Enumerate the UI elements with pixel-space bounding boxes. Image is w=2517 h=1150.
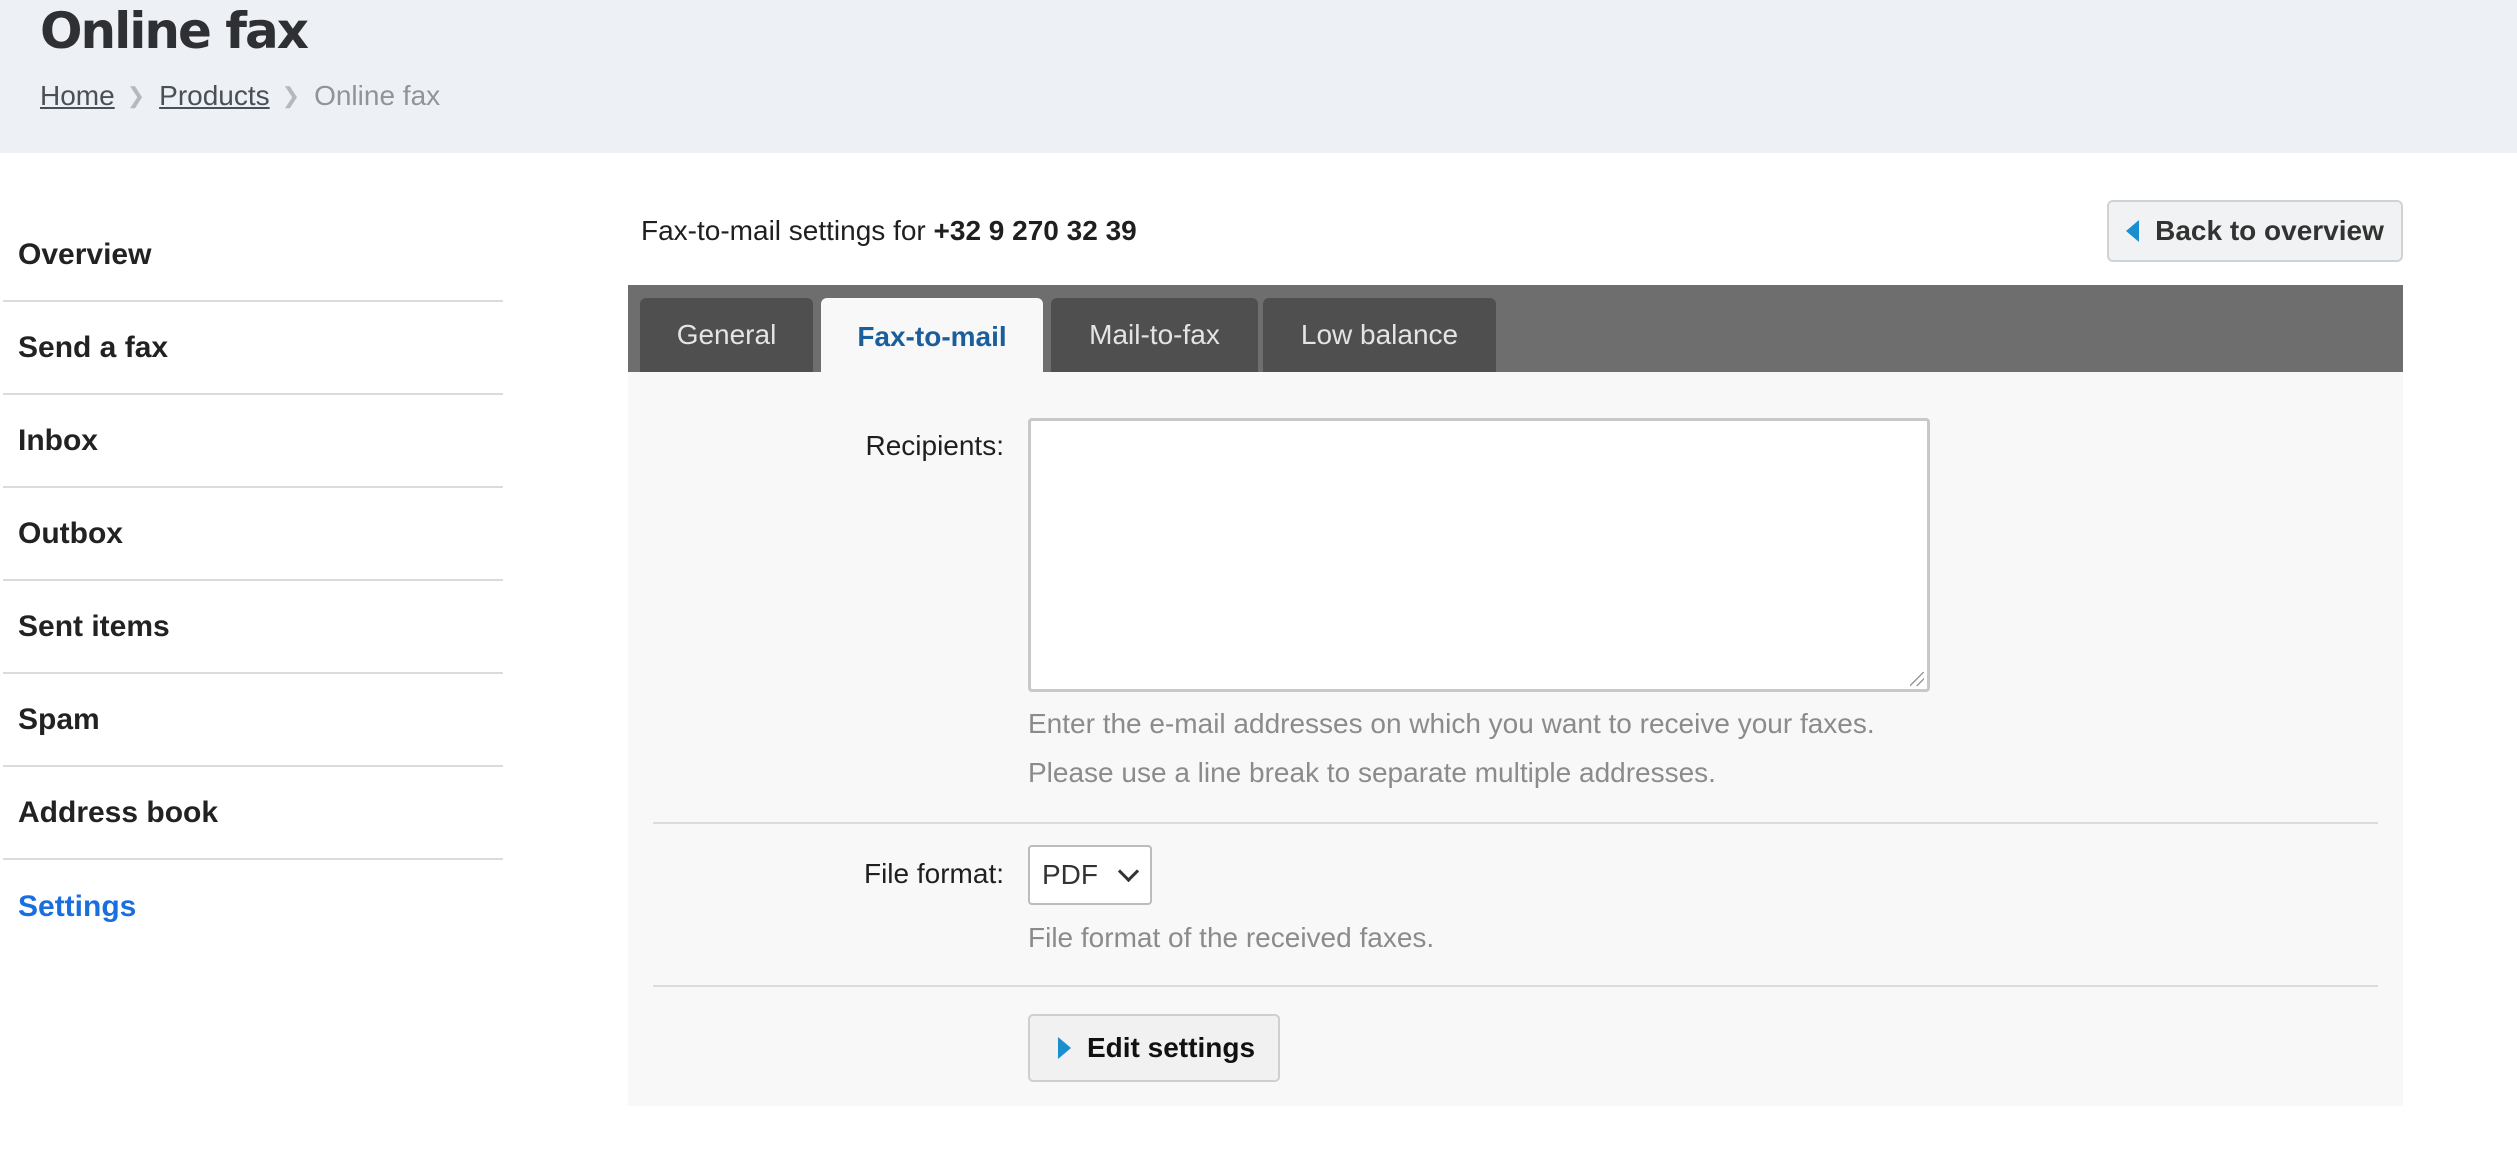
resize-handle-icon[interactable] xyxy=(1910,672,1924,686)
tab-low-balance[interactable]: Low balance xyxy=(1263,298,1496,372)
fax-number: +32 9 270 32 39 xyxy=(933,215,1137,246)
tab-mail-to-fax[interactable]: Mail-to-fax xyxy=(1051,298,1258,372)
settings-heading-prefix: Fax-to-mail settings for xyxy=(641,215,926,246)
caret-left-icon xyxy=(2126,220,2140,242)
breadcrumb-separator-icon: ❯ xyxy=(281,83,301,108)
form-divider xyxy=(653,822,2378,824)
breadcrumb: Home ❯ Products ❯ Online fax xyxy=(40,80,440,112)
settings-heading: Fax-to-mail settings for +32 9 270 32 39 xyxy=(641,215,1137,247)
sidebar-item-send-a-fax[interactable]: Send a fax xyxy=(3,302,503,395)
edit-settings-label: Edit settings xyxy=(1087,1032,1256,1063)
breadcrumb-products-link[interactable]: Products xyxy=(159,80,270,112)
file-format-help: File format of the received faxes. xyxy=(1028,922,1435,953)
tab-general[interactable]: General xyxy=(640,298,813,372)
sidebar-item-spam[interactable]: Spam xyxy=(3,674,503,767)
recipients-label: Recipients: xyxy=(865,430,1004,461)
back-to-overview-label: Back to overview xyxy=(2155,215,2384,246)
breadcrumb-current: Online fax xyxy=(314,80,441,111)
tab-fax-to-mail[interactable]: Fax-to-mail xyxy=(821,298,1043,375)
chevron-down-icon xyxy=(1117,860,1140,883)
form-divider xyxy=(653,985,2378,987)
file-format-label: File format: xyxy=(863,858,1004,889)
recipients-help-line-1: Enter the e-mail addresses on which you … xyxy=(1028,708,1875,739)
breadcrumb-separator-icon: ❯ xyxy=(126,83,146,108)
sidebar-item-outbox[interactable]: Outbox xyxy=(3,488,503,581)
settings-tabs: General Fax-to-mail Mail-to-fax Low bala… xyxy=(628,285,2403,375)
edit-settings-button[interactable]: Edit settings xyxy=(1028,1014,1280,1082)
sidebar-item-address-book[interactable]: Address book xyxy=(3,767,503,860)
sidebar-item-settings[interactable]: Settings xyxy=(3,860,503,953)
page-title: Online fax xyxy=(40,2,309,60)
recipients-textarea[interactable] xyxy=(1028,418,1930,692)
recipients-help-line-2: Please use a line break to separate mult… xyxy=(1028,757,1716,788)
page-header: Online fax Home ❯ Products ❯ Online fax xyxy=(0,0,2517,153)
sidebar-nav: Overview Send a fax Inbox Outbox Sent it… xyxy=(3,209,503,953)
caret-right-icon xyxy=(1058,1037,1071,1059)
sidebar-item-inbox[interactable]: Inbox xyxy=(3,395,503,488)
file-format-selected-value: PDF xyxy=(1042,859,1098,890)
sidebar-item-sent-items[interactable]: Sent items xyxy=(3,581,503,674)
back-to-overview-button[interactable]: Back to overview xyxy=(2107,200,2403,262)
file-format-select[interactable]: PDF xyxy=(1028,845,1152,905)
sidebar-item-overview[interactable]: Overview xyxy=(3,209,503,302)
breadcrumb-home-link[interactable]: Home xyxy=(40,80,115,112)
